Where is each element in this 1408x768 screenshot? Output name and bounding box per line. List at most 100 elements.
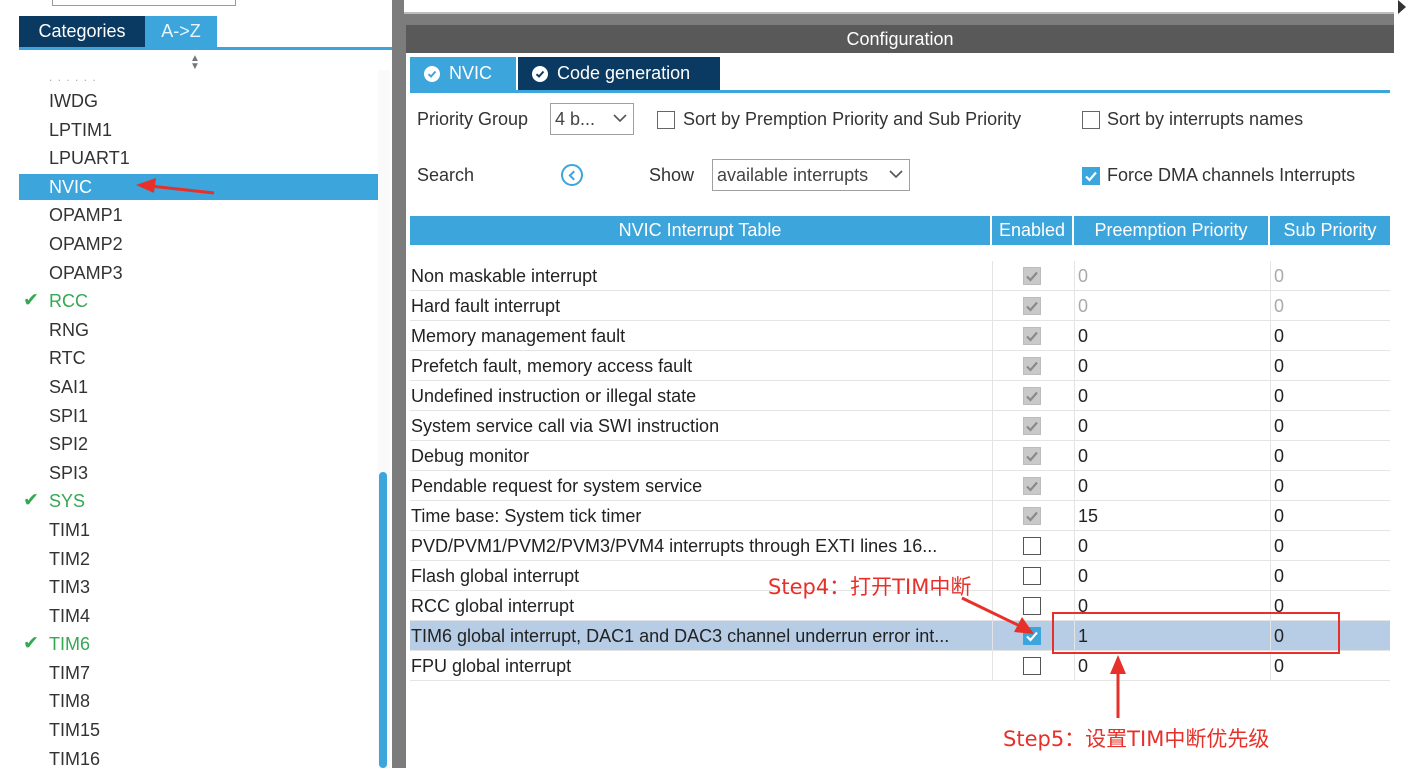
peripheral-item-spi2[interactable]: SPI2 xyxy=(19,430,378,459)
annotation-highlight-box xyxy=(1052,612,1340,654)
peripheral-search-input[interactable] xyxy=(52,0,236,6)
header-enabled[interactable]: Enabled xyxy=(992,216,1072,245)
sort-names-checkbox[interactable] xyxy=(1082,111,1100,129)
table-row[interactable]: Undefined instruction or illegal state 0 0 xyxy=(410,381,1390,411)
preemption-priority-cell[interactable]: 0 xyxy=(1074,561,1270,591)
enabled-checkbox xyxy=(1023,327,1041,345)
header-interrupt-table[interactable]: NVIC Interrupt Table xyxy=(410,216,990,245)
enabled-checkbox[interactable] xyxy=(1023,537,1041,555)
peripheral-item-tim3[interactable]: TIM3 xyxy=(19,573,378,602)
sub-priority-cell[interactable]: 0 xyxy=(1270,351,1390,381)
peripheral-item-sys[interactable]: ✔ SYS xyxy=(19,487,378,516)
check-icon xyxy=(1026,271,1038,282)
enabled-cell xyxy=(992,651,1074,681)
peripheral-item-lpuart1[interactable]: LPUART1 xyxy=(19,144,378,173)
peripheral-item-label: TIM6 xyxy=(49,634,91,655)
peripheral-item-sai1[interactable]: SAI1 xyxy=(19,373,378,402)
panel-divider[interactable] xyxy=(392,0,404,768)
peripheral-item-tim1[interactable]: TIM1 xyxy=(19,516,378,545)
preemption-priority-cell[interactable]: 0 xyxy=(1074,351,1270,381)
search-nav-icon[interactable] xyxy=(561,164,583,186)
tab-nvic[interactable]: NVIC xyxy=(410,57,516,90)
interrupt-name: Undefined instruction or illegal state xyxy=(411,386,697,406)
peripheral-item-rcc[interactable]: ✔ RCC xyxy=(19,287,378,316)
peripheral-item-tim4[interactable]: TIM4 xyxy=(19,602,378,631)
peripheral-panel: Categories A->Z ▲ ▼ . . . . . . IWDG LPTIM… xyxy=(0,0,392,768)
enabled-checkbox[interactable] xyxy=(1023,657,1041,675)
force-dma-label: Force DMA channels Interrupts xyxy=(1107,165,1356,185)
show-select[interactable]: available interrupts xyxy=(712,159,910,191)
scrollbar-thumb[interactable] xyxy=(379,472,387,768)
sort-premption-checkbox[interactable] xyxy=(657,111,675,129)
preemption-priority-cell[interactable]: 0 xyxy=(1074,411,1270,441)
table-row[interactable]: System service call via SWI instruction 0… xyxy=(410,411,1390,441)
preemption-priority-cell[interactable]: 0 xyxy=(1074,651,1270,681)
peripheral-item-lptim1[interactable]: LPTIM1 xyxy=(19,116,378,145)
preemption-priority-cell[interactable]: 0 xyxy=(1074,321,1270,351)
enabled-checkbox[interactable] xyxy=(1023,597,1041,615)
table-row[interactable]: Pendable request for system service 0 0 xyxy=(410,471,1390,501)
enabled-checkbox xyxy=(1023,507,1041,525)
enabled-checkbox[interactable] xyxy=(1023,567,1041,585)
peripheral-item-tim8[interactable]: TIM8 xyxy=(19,687,378,716)
interrupt-name: FPU global interrupt xyxy=(411,656,572,676)
expand-arrow-icon[interactable] xyxy=(1398,0,1406,14)
enabled-checkbox xyxy=(1023,417,1041,435)
tab-a-z[interactable]: A->Z xyxy=(145,16,217,48)
table-row[interactable]: PVD/PVM1/PVM2/PVM3/PVM4 interrupts throu… xyxy=(410,531,1390,561)
header-preemption-priority[interactable]: Preemption Priority xyxy=(1074,216,1268,245)
sub-priority-cell[interactable]: 0 xyxy=(1270,321,1390,351)
sub-priority-cell[interactable]: 0 xyxy=(1270,381,1390,411)
table-row[interactable]: Non maskable interrupt 0 0 xyxy=(410,261,1390,291)
sub-priority-cell[interactable]: 0 xyxy=(1270,561,1390,591)
tab-code-generation[interactable]: Code generation xyxy=(518,57,720,90)
peripheral-item-spi1[interactable]: SPI1 xyxy=(19,402,378,431)
enabled-checkbox xyxy=(1023,447,1041,465)
preemption-priority-cell[interactable]: 0 xyxy=(1074,441,1270,471)
peripheral-item-iwdg[interactable]: IWDG xyxy=(19,87,378,116)
sub-priority-cell[interactable]: 0 xyxy=(1270,471,1390,501)
check-icon xyxy=(1026,511,1038,522)
peripheral-item-tim15[interactable]: TIM15 xyxy=(19,716,378,745)
preemption-priority-cell[interactable]: 0 xyxy=(1074,381,1270,411)
preemption-priority-cell[interactable]: 0 xyxy=(1074,471,1270,501)
sub-priority-cell[interactable]: 0 xyxy=(1270,651,1390,681)
table-row[interactable]: Prefetch fault, memory access fault 0 0 xyxy=(410,351,1390,381)
enabled-checkbox xyxy=(1023,297,1041,315)
peripheral-item-tim7[interactable]: TIM7 xyxy=(19,659,378,688)
sub-priority-cell[interactable]: 0 xyxy=(1270,441,1390,471)
sub-priority-cell[interactable]: 0 xyxy=(1270,411,1390,441)
peripheral-item-spi3[interactable]: SPI3 xyxy=(19,459,378,488)
peripheral-item-tim16[interactable]: TIM16 xyxy=(19,745,378,768)
tab-nvic-label: NVIC xyxy=(449,63,493,83)
tab-categories[interactable]: Categories xyxy=(19,16,145,48)
enabled-checkbox[interactable] xyxy=(1023,627,1041,645)
priority-group-select[interactable]: 4 b... xyxy=(550,103,634,135)
peripheral-item-label: OPAMP1 xyxy=(49,205,123,226)
peripheral-item-opamp3[interactable]: OPAMP3 xyxy=(19,259,378,288)
sort-arrows-icon[interactable]: ▲ ▼ xyxy=(190,54,200,72)
header-sub-priority[interactable]: Sub Priority xyxy=(1270,216,1390,245)
table-row[interactable]: Time base: System tick timer 15 0 xyxy=(410,501,1390,531)
peripheral-item-label: SAI1 xyxy=(49,376,89,397)
check-circle-icon xyxy=(532,65,548,82)
peripheral-item-tim2[interactable]: TIM2 xyxy=(19,545,378,574)
peripheral-item-rtc[interactable]: RTC xyxy=(19,344,378,373)
table-row[interactable]: Memory management fault 0 0 xyxy=(410,321,1390,351)
sub-priority-cell[interactable]: 0 xyxy=(1270,531,1390,561)
table-row[interactable]: Debug monitor 0 0 xyxy=(410,441,1390,471)
peripheral-item-tim6[interactable]: ✔ TIM6 xyxy=(19,630,378,659)
peripheral-item-opamp2[interactable]: OPAMP2 xyxy=(19,230,378,259)
sub-priority-cell[interactable]: 0 xyxy=(1270,501,1390,531)
force-dma-checkbox[interactable] xyxy=(1082,167,1100,185)
peripheral-item-nvic[interactable]: NVIC xyxy=(19,173,378,200)
peripheral-item-opamp1[interactable]: OPAMP1 xyxy=(19,201,378,230)
check-icon xyxy=(1026,361,1038,372)
table-row[interactable]: Hard fault interrupt 0 0 xyxy=(410,291,1390,321)
chevron-down-icon xyxy=(613,114,627,123)
preemption-priority-cell[interactable]: 15 xyxy=(1074,501,1270,531)
peripheral-item-rng[interactable]: RNG xyxy=(19,316,378,345)
peripheral-item-label: TIM8 xyxy=(49,691,91,712)
table-row[interactable]: FPU global interrupt 0 0 xyxy=(410,651,1390,681)
preemption-priority-cell[interactable]: 0 xyxy=(1074,531,1270,561)
